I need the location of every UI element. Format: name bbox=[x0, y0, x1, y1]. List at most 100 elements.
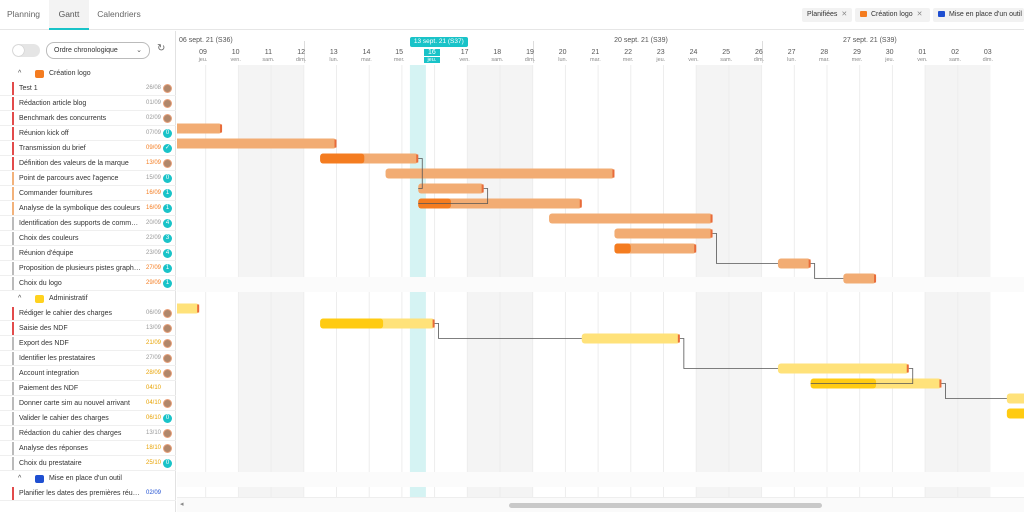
avatar bbox=[163, 429, 172, 438]
task-name: Commander fournitures bbox=[19, 190, 93, 197]
day-number: 18 bbox=[493, 49, 502, 56]
day-number: 03 bbox=[983, 49, 992, 56]
task-date: 15/09 bbox=[145, 175, 161, 181]
task-status-bar bbox=[12, 322, 14, 335]
task-row[interactable]: Réunion d'équipe 23/09 4 bbox=[0, 246, 176, 261]
subtask-count-badge: 0 bbox=[163, 459, 172, 468]
group-header[interactable]: ^ Mise en place d'un outil bbox=[0, 471, 176, 486]
task-row[interactable]: Identifier les prestataires 27/09 bbox=[0, 351, 176, 366]
view-toggle[interactable] bbox=[12, 44, 40, 57]
chevron-up-icon[interactable]: ^ bbox=[18, 66, 21, 81]
task-row[interactable]: Commander fournitures 16/09 1 bbox=[0, 186, 176, 201]
avatar bbox=[163, 399, 172, 408]
task-date: 06/10 bbox=[145, 415, 161, 421]
task-bar-end bbox=[808, 259, 811, 268]
task-row[interactable]: Analyse de la symbolique des couleurs 16/… bbox=[0, 201, 176, 216]
task-row[interactable]: Identification des supports de commun...… bbox=[0, 216, 176, 231]
task-status-bar bbox=[12, 82, 14, 95]
task-row[interactable]: Rédaction article blog 01/09 bbox=[0, 96, 176, 111]
day-name: mar. bbox=[818, 57, 830, 63]
task-name: Définition des valeurs de la marque bbox=[19, 160, 129, 167]
task-bar bbox=[385, 168, 615, 179]
scroll-left-icon[interactable]: ◂ bbox=[180, 500, 184, 508]
filter-chip-label: Création logo bbox=[871, 11, 913, 18]
day-number: 12 bbox=[297, 49, 305, 56]
avatar bbox=[163, 309, 172, 318]
sort-select-value: Ordre chronologique bbox=[54, 47, 118, 54]
group-separator bbox=[177, 277, 1024, 292]
day-number: 09 bbox=[199, 49, 207, 56]
task-date: 02/09 bbox=[145, 115, 161, 121]
day-number: 22 bbox=[624, 49, 632, 56]
task-row[interactable]: Test 1 26/08 bbox=[0, 81, 176, 96]
task-date: 04/10 bbox=[145, 385, 161, 391]
avatar bbox=[163, 84, 172, 93]
scrollbar-thumb[interactable] bbox=[509, 503, 822, 508]
task-row[interactable]: Rédiger le cahier des charges 06/09 bbox=[0, 306, 176, 321]
day-name: jeu. bbox=[423, 57, 440, 63]
horizontal-scrollbar[interactable]: ◂ bbox=[177, 497, 1024, 512]
task-name: Réunion kick off bbox=[19, 130, 69, 137]
avatar bbox=[163, 324, 172, 333]
task-status-bar bbox=[12, 277, 14, 290]
subtask-count-badge: 0 bbox=[163, 414, 172, 423]
task-bar bbox=[418, 183, 484, 194]
task-bar-end bbox=[334, 139, 337, 148]
avatar bbox=[163, 99, 172, 108]
task-row[interactable]: Analyse des réponses 18/10 bbox=[0, 441, 176, 456]
task-row[interactable]: Proposition de plusieurs pistes graphiq.… bbox=[0, 261, 176, 276]
task-name: Benchmark des concurrents bbox=[19, 115, 107, 122]
tab-gantt[interactable]: Gantt bbox=[49, 0, 89, 30]
task-bar-end bbox=[416, 154, 419, 163]
task-row[interactable]: Rédaction du cahier des charges 13/10 bbox=[0, 426, 176, 441]
task-name: Account integration bbox=[19, 370, 79, 377]
task-name: Analyse de la symbolique des couleurs bbox=[19, 205, 141, 212]
task-row[interactable]: Valider le cahier des charges 06/10 0 bbox=[0, 411, 176, 426]
week-label: 27 sept. 21 (S39) bbox=[843, 37, 897, 44]
task-row[interactable]: Définition des valeurs de la marque 13/09 bbox=[0, 156, 176, 171]
day-number: 20 bbox=[558, 49, 567, 56]
task-name: Choix du prestataire bbox=[19, 460, 82, 467]
chevron-up-icon[interactable]: ^ bbox=[18, 471, 21, 486]
task-row[interactable]: Account integration 28/09 bbox=[0, 366, 176, 381]
filter-chip-planifiees[interactable]: Planifiées ✕ bbox=[802, 8, 852, 22]
task-status-bar bbox=[12, 382, 14, 395]
day-number: 15 bbox=[395, 49, 404, 56]
task-row[interactable]: Paiement des NDF 04/10 bbox=[0, 381, 176, 396]
task-row[interactable]: Saisie des NDF 13/09 bbox=[0, 321, 176, 336]
task-row[interactable]: Export des NDF 21/09 bbox=[0, 336, 176, 351]
group-header[interactable]: ^ Administratif bbox=[0, 291, 176, 306]
task-row[interactable]: Réunion kick off 07/09 0 bbox=[0, 126, 176, 141]
task-row[interactable]: Transmission du brief 09/09 ✓ bbox=[0, 141, 176, 156]
task-row[interactable]: Choix du prestataire 25/10 0 bbox=[0, 456, 176, 471]
task-status-bar bbox=[12, 427, 14, 440]
task-row[interactable]: Benchmark des concurrents 02/09 bbox=[0, 111, 176, 126]
task-date: 23/09 bbox=[145, 250, 161, 256]
task-row[interactable]: Planifier les dates des premières réuni.… bbox=[0, 486, 176, 501]
task-row[interactable]: Choix du logo 29/09 1 bbox=[0, 276, 176, 291]
task-status-bar bbox=[12, 487, 14, 500]
chevron-up-icon[interactable]: ^ bbox=[18, 291, 21, 306]
task-date: 13/09 bbox=[145, 325, 161, 331]
task-row[interactable]: Donner carte sim au nouvel arrivant 04/10 bbox=[0, 396, 176, 411]
day-name: sam. bbox=[262, 57, 275, 63]
filter-chip-mise-en-place[interactable]: Mise en place d'un outil bbox=[933, 8, 1024, 22]
subtask-count-badge: 4 bbox=[163, 219, 172, 228]
filter-chip-creation-logo[interactable]: Création logo ✕ bbox=[855, 8, 930, 22]
close-icon[interactable]: ✕ bbox=[917, 11, 923, 18]
filter-chip-label: Mise en place d'un outil bbox=[949, 11, 1022, 18]
task-bar-end bbox=[939, 379, 942, 388]
task-status-bar bbox=[12, 247, 14, 260]
day-name: lun. bbox=[787, 57, 797, 63]
tab-calendriers[interactable]: Calendriers bbox=[89, 0, 149, 30]
task-date: 01/09 bbox=[145, 100, 161, 106]
tab-planning[interactable]: Planning bbox=[0, 0, 47, 30]
task-row[interactable]: Point de parcours avec l'agence 15/09 0 bbox=[0, 171, 176, 186]
task-bar bbox=[581, 333, 680, 344]
sort-select[interactable]: Ordre chronologique ⌄ bbox=[46, 42, 150, 59]
refresh-icon[interactable]: ↻ bbox=[157, 43, 165, 54]
group-header[interactable]: ^ Création logo bbox=[0, 66, 176, 81]
task-date: 25/10 bbox=[145, 460, 161, 466]
close-icon[interactable]: ✕ bbox=[841, 11, 847, 18]
task-row[interactable]: Choix des couleurs 22/09 3 bbox=[0, 231, 176, 246]
